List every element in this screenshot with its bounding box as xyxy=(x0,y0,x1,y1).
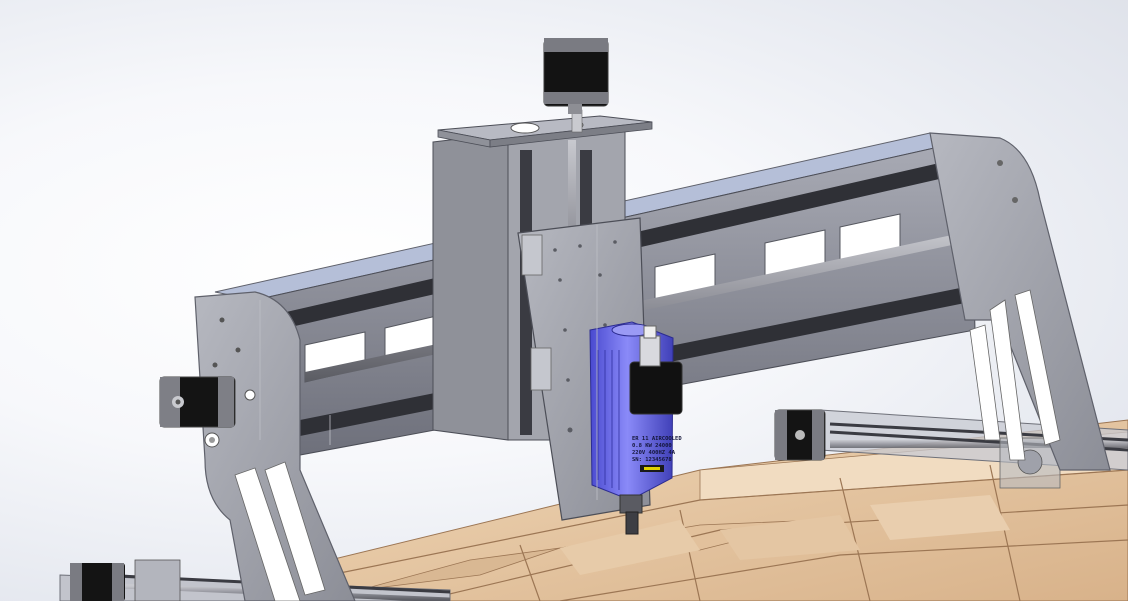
spindle-label-line: ER 11 AIRCOOLED xyxy=(632,436,682,442)
spindle-spec-label: ER 11 AIRCOOLED 0.8 KW 24000 220V 400HZ … xyxy=(632,436,682,463)
cad-viewport[interactable]: ER 11 AIRCOOLED 0.8 KW 24000 220V 400HZ … xyxy=(0,0,1128,601)
stepper-motor-icon xyxy=(70,563,125,601)
spindle-label-line: SN: 12345678 xyxy=(632,457,672,463)
z-stepper-motor-icon xyxy=(543,38,609,114)
cnc-router-model: ER 11 AIRCOOLED 0.8 KW 24000 220V 400HZ … xyxy=(59,38,1128,601)
spindle-label-line: 0.8 KW 24000 xyxy=(632,443,672,449)
stepper-motor-icon xyxy=(159,376,236,428)
spindle-label-line: 220V 400HZ 4A xyxy=(632,450,676,456)
stepper-motor-icon xyxy=(774,409,826,461)
